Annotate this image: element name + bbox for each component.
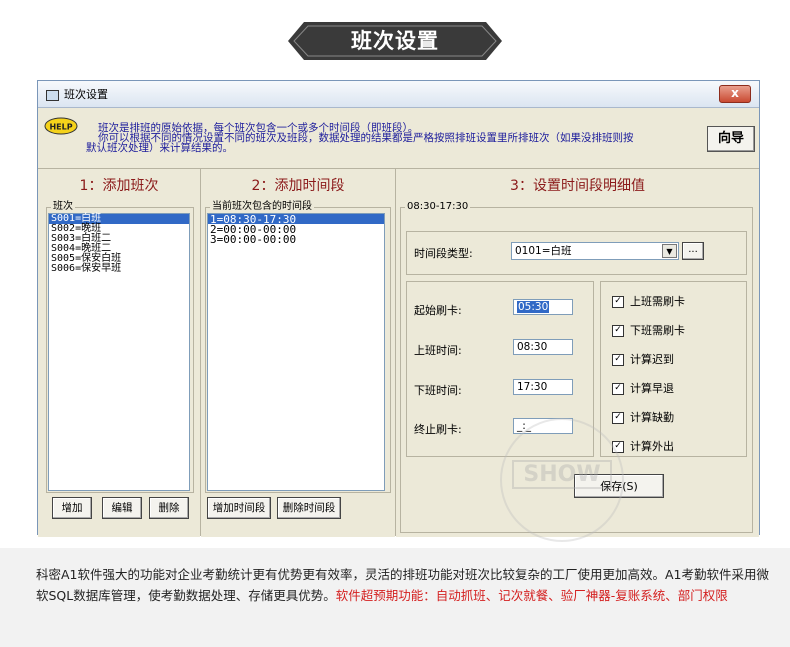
checkbox-label: 计算外出 <box>630 440 674 453</box>
checkbox-label: 计算迟到 <box>630 353 674 366</box>
add-period-button[interactable]: 增加时间段 <box>207 497 271 519</box>
footer: 科密A1软件强大的功能对企业考勤统计更有优势更有效率，灵活的排班功能对班次比较复… <box>0 548 790 647</box>
shift-group-label: 班次 <box>51 201 75 213</box>
checkbox-label: 计算早退 <box>630 382 674 395</box>
on-duty-label: 上班时间: <box>414 344 462 357</box>
shift-settings-window: 班次设置 x HELP 班次是排班的原始依据，每个班次包含一个或多个时间段（即班… <box>37 80 760 537</box>
panel-period-details-header: 3：设置时间段明细值 <box>510 178 645 194</box>
start-swipe-value: 05:30 <box>517 301 550 313</box>
period-list[interactable]: 1=08:30-17:30 2=00:00-00:00 3=00:00-00:00 <box>207 213 385 491</box>
panel-add-period: 2：添加时间段 当前班次包含的时间段 1=08:30-17:30 2=00:00-… <box>201 168 395 537</box>
checkbox[interactable]: ✓ <box>612 325 624 337</box>
checkbox-label: 计算缺勤 <box>630 411 674 424</box>
checkbox-option[interactable]: ✓ 上班需刷卡 <box>612 293 685 309</box>
end-swipe-label: 终止刷卡: <box>414 423 462 436</box>
checkbox-option[interactable]: ✓ 计算早退 <box>612 380 674 396</box>
footer-text: 科密A1软件强大的功能对企业考勤统计更有优势更有效率，灵活的排班功能对班次比较复… <box>36 564 776 606</box>
checkbox[interactable]: ✓ <box>612 383 624 395</box>
close-button[interactable]: x <box>719 85 751 103</box>
edit-shift-button[interactable]: 编辑 <box>102 497 142 519</box>
wizard-button[interactable]: 向导 <box>707 126 755 152</box>
checkbox[interactable]: ✓ <box>612 354 624 366</box>
list-item[interactable]: S006=保安早班 <box>49 264 189 274</box>
period-type-label: 时间段类型: <box>414 247 473 260</box>
footer-text-highlight: 软件超预期功能：自动抓班、记次就餐、验厂神器-复账系统、部门权限 <box>335 588 728 603</box>
watermark-text: SHOW <box>512 460 612 489</box>
window-app-icon <box>46 90 59 101</box>
banner: 班次设置 <box>288 18 502 64</box>
period-type-value: 0101=白班 <box>515 245 572 257</box>
period-group-label: 当前班次包含的时间段 <box>210 201 314 213</box>
watermark-stamp: SHOW <box>500 418 624 542</box>
delete-period-button[interactable]: 删除时间段 <box>277 497 341 519</box>
period-type-select[interactable]: 0101=白班 ▼ <box>511 242 679 260</box>
panel-add-period-header: 2：添加时间段 <box>251 178 345 194</box>
period-detail-group-label: 08:30-17:30 <box>405 201 471 213</box>
info-text: 班次是排班的原始依据，每个班次包含一个或多个时间段（即班段）。 你可以根据不同的… <box>86 123 706 154</box>
add-shift-button[interactable]: 增加 <box>52 497 92 519</box>
start-swipe-label: 起始刷卡: <box>414 304 462 317</box>
list-item[interactable]: 3=00:00-00:00 <box>208 234 384 245</box>
chevron-down-icon[interactable]: ▼ <box>662 244 677 258</box>
shift-list[interactable]: S001=白班 S002=晚班 S003=白班二 S004=晚班二 S005=保安白班 S… <box>48 213 190 491</box>
help-icon-text: HELP <box>49 123 72 132</box>
checkbox[interactable]: ✓ <box>612 296 624 308</box>
off-duty-input[interactable]: 17:30 <box>513 379 573 395</box>
checkbox-option[interactable]: ✓ 计算迟到 <box>612 351 674 367</box>
on-duty-input[interactable]: 08:30 <box>513 339 573 355</box>
browse-button[interactable]: ... <box>682 242 704 260</box>
off-duty-label: 下班时间: <box>414 384 462 397</box>
window-title: 班次设置 <box>64 88 108 101</box>
delete-shift-button[interactable]: 删除 <box>149 497 189 519</box>
checkbox-label: 下班需刷卡 <box>630 324 685 337</box>
checkbox-option[interactable]: ✓ 计算缺勤 <box>612 409 674 425</box>
panel-add-shift: 1：添加班次 班次 S001=白班 S002=晚班 S003=白班二 S004=晚班二… <box>38 168 200 537</box>
checkbox-label: 上班需刷卡 <box>630 295 685 308</box>
checkbox-option[interactable]: ✓ 下班需刷卡 <box>612 322 685 338</box>
title-bar: 班次设置 x <box>38 81 759 108</box>
start-swipe-input[interactable]: 05:30 <box>513 299 573 315</box>
checkbox-option[interactable]: ✓ 计算外出 <box>612 438 674 454</box>
info-line-3: 默认班次处理）来计算结果的。 <box>86 142 233 154</box>
help-icon: HELP <box>44 117 78 135</box>
checkbox[interactable]: ✓ <box>612 412 624 424</box>
banner-title: 班次设置 <box>351 29 439 53</box>
panel-add-shift-header: 1：添加班次 <box>79 178 159 194</box>
